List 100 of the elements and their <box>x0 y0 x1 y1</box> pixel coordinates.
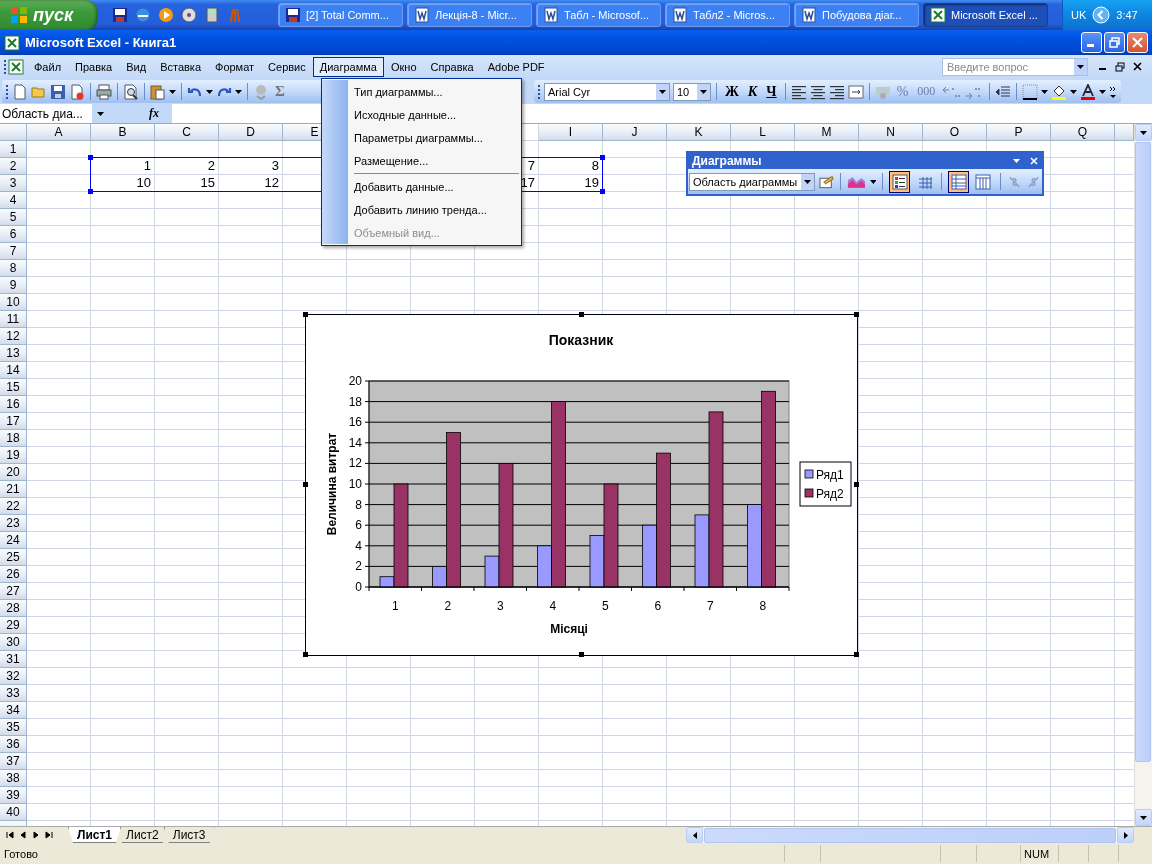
row-header[interactable]: 28 <box>0 600 27 617</box>
resize-handle[interactable] <box>578 652 584 657</box>
resize-handle[interactable] <box>578 312 584 317</box>
row-header[interactable]: 5 <box>0 209 27 226</box>
previous-sheet-icon[interactable] <box>19 831 27 839</box>
row-header[interactable]: 18 <box>0 430 27 447</box>
row-header[interactable]: 15 <box>0 379 27 396</box>
dropdown-arrow-icon[interactable] <box>206 89 213 94</box>
resize-handle[interactable] <box>854 652 859 657</box>
column-header[interactable]: Q <box>1051 124 1115 141</box>
dropdown-arrow-icon[interactable] <box>1077 65 1084 69</box>
dropdown-arrow-icon[interactable] <box>869 179 877 184</box>
scroll-down-button[interactable] <box>1135 809 1152 826</box>
column-header[interactable]: C <box>155 124 219 141</box>
new-file-icon[interactable] <box>12 83 28 100</box>
minimize-button[interactable] <box>1081 32 1102 53</box>
taskbar-button[interactable]: Побудова діаг... <box>794 3 919 27</box>
row-header[interactable]: 11 <box>0 311 27 328</box>
resize-handle[interactable] <box>303 482 308 487</box>
taskbar-button[interactable]: Табл2 - Micros... <box>665 3 790 27</box>
disc-icon[interactable] <box>181 7 197 23</box>
row-header[interactable]: 19 <box>0 447 27 464</box>
dropdown-arrow-icon[interactable] <box>169 89 176 94</box>
restore-button[interactable] <box>1104 32 1125 53</box>
column-header[interactable]: L <box>731 124 795 141</box>
next-sheet-icon[interactable] <box>32 831 40 839</box>
align-right-icon[interactable] <box>828 83 845 100</box>
font-size-field[interactable]: 10 <box>673 82 711 101</box>
chevron-left-icon[interactable] <box>1092 6 1111 24</box>
close-icon[interactable] <box>1133 62 1142 71</box>
row-header[interactable]: 39 <box>0 787 27 804</box>
row-header[interactable]: 4 <box>0 192 27 209</box>
help-search-field[interactable]: Введите вопрос <box>942 58 1088 76</box>
left-arrow-icon[interactable] <box>692 831 697 839</box>
range-handle[interactable] <box>600 189 605 194</box>
row-header[interactable]: 23 <box>0 515 27 532</box>
taskbar-button[interactable]: Лекція-8 - Micr... <box>407 3 532 27</box>
format-icon[interactable] <box>818 173 834 190</box>
row-header[interactable]: 2 <box>0 158 27 175</box>
taskbar-button[interactable]: Microsoft Excel ... <box>923 3 1048 27</box>
row-header[interactable]: 38 <box>0 770 27 787</box>
scrollbar-thumb[interactable] <box>704 827 1116 843</box>
row-header[interactable]: 35 <box>0 719 27 736</box>
scroll-up-button[interactable] <box>1135 124 1152 141</box>
paste-icon[interactable] <box>150 83 166 100</box>
chart-objects-field[interactable]: Область диаграммы <box>689 172 815 191</box>
scroll-right-button[interactable] <box>1117 827 1134 843</box>
row-header[interactable]: 6 <box>0 226 27 243</box>
row-header[interactable]: 40 <box>0 804 27 821</box>
row-header[interactable]: 24 <box>0 532 27 549</box>
scroll-left-button[interactable] <box>686 827 703 843</box>
menu-item[interactable]: Справка <box>423 57 481 77</box>
calculator-icon[interactable] <box>204 7 220 23</box>
menu-item[interactable]: Правка <box>68 57 120 77</box>
column-header[interactable]: B <box>91 124 155 141</box>
dropdown-arrow-icon[interactable] <box>1041 89 1049 94</box>
row-header[interactable]: 37 <box>0 753 27 770</box>
permission-icon[interactable] <box>69 83 85 100</box>
sheet-tab[interactable]: Лист3 <box>163 827 215 843</box>
down-arrow-icon[interactable] <box>1140 815 1147 820</box>
column-header[interactable]: M <box>795 124 859 141</box>
resize-handle[interactable] <box>854 312 859 317</box>
row-header[interactable]: 32 <box>0 668 27 685</box>
media-player-icon[interactable] <box>158 7 174 23</box>
row-header[interactable]: 20 <box>0 464 27 481</box>
workbook-icon[interactable] <box>7 58 27 76</box>
language-indicator[interactable]: UK <box>1071 9 1087 21</box>
bold-button[interactable]: Ж <box>722 83 742 100</box>
borders-icon[interactable] <box>1022 83 1039 100</box>
right-arrow-icon[interactable] <box>1123 831 1128 839</box>
menu-item[interactable]: Диаграмма <box>312 57 384 77</box>
row-header[interactable]: 10 <box>0 294 27 311</box>
row-header[interactable]: 8 <box>0 260 27 277</box>
align-center-icon[interactable] <box>809 83 826 100</box>
font-color-icon[interactable] <box>1080 83 1097 100</box>
dropdown-arrow-icon[interactable] <box>659 89 666 94</box>
row-header[interactable]: 31 <box>0 651 27 668</box>
toolbar-gripper-icon[interactable] <box>6 83 9 100</box>
row-header[interactable]: 13 <box>0 345 27 362</box>
column-header[interactable]: D <box>219 124 283 141</box>
row-header[interactable]: 1 <box>0 141 27 158</box>
toolbar-gripper-icon[interactable] <box>538 83 541 100</box>
dropdown-arrow-icon[interactable] <box>803 179 811 184</box>
resize-handle[interactable] <box>303 312 308 317</box>
underline-button[interactable]: Ч <box>763 83 780 100</box>
insert-function-button[interactable]: fx <box>149 106 159 121</box>
row-header[interactable]: 27 <box>0 583 27 600</box>
up-arrow-icon[interactable] <box>1140 130 1147 135</box>
taskbar-button[interactable]: [2] Total Comm... <box>278 3 403 27</box>
decrease-indent-icon[interactable] <box>995 83 1012 100</box>
column-header[interactable]: A <box>27 124 91 141</box>
dropdown-arrow-icon[interactable] <box>235 89 242 94</box>
taskbar-button[interactable]: Табл - Microsof... <box>536 3 661 27</box>
row-header[interactable]: 9 <box>0 277 27 294</box>
start-button[interactable]: пуск <box>0 0 98 30</box>
row-header[interactable]: 25 <box>0 549 27 566</box>
row-header[interactable]: 3 <box>0 175 27 192</box>
resize-handle[interactable] <box>854 482 859 487</box>
toolbar-menu-icon[interactable] <box>1013 159 1020 163</box>
align-left-icon[interactable] <box>790 83 807 100</box>
